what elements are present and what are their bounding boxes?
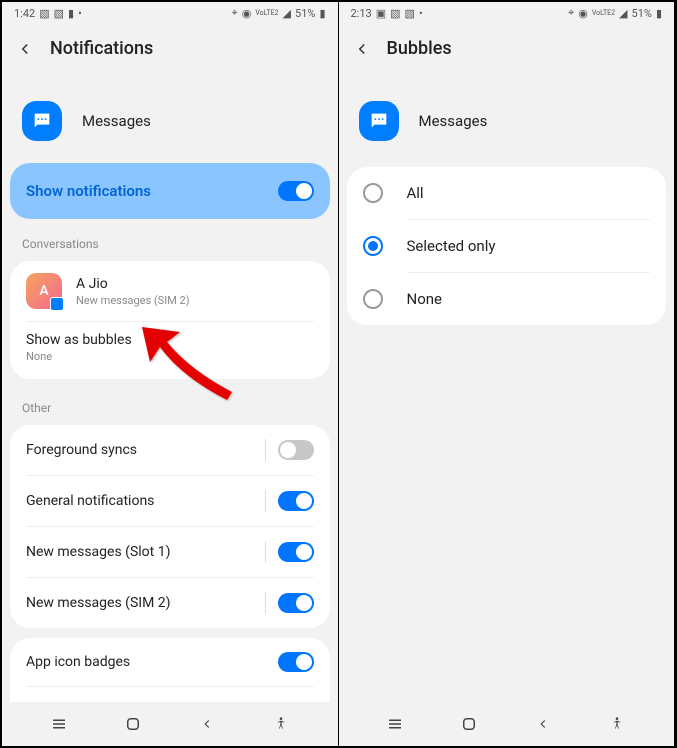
divider [265, 541, 266, 563]
status-bar: 2:13 ▣ ▧ ▧ • ⌖ ◉ VoLTE2 ◢ 51% ▮ [339, 2, 675, 24]
foreground-syncs-row[interactable]: Foreground syncs [10, 425, 330, 475]
header: Bubbles [339, 24, 675, 73]
radio-selected-row[interactable]: Selected only [347, 220, 667, 272]
general-notifications-toggle[interactable] [278, 491, 314, 511]
contact-avatar: A [26, 273, 62, 309]
show-bubbles-title: Show as bubbles [26, 332, 314, 348]
status-time: 2:13 [351, 7, 372, 20]
wifi-icon: ◉ [242, 7, 252, 20]
status-time: 1:42 [14, 7, 35, 20]
signal-icon: ◢ [619, 7, 627, 20]
app-name: Messages [82, 112, 151, 130]
status-icon: ▧ [54, 7, 64, 20]
nav-accessibility[interactable] [605, 712, 629, 736]
slot1-toggle[interactable] [278, 542, 314, 562]
status-bar: 1:42 ▧ ▧ ▮ • ⌖ ◉ VoLTE2 ◢ 51% ▮ [2, 2, 338, 24]
screen-notifications: 1:42 ▧ ▧ ▮ • ⌖ ◉ VoLTE2 ◢ 51% ▮ Notifica… [2, 2, 339, 746]
status-icon: ▮ [68, 7, 74, 20]
lte-icon: VoLTE2 [592, 9, 615, 17]
nav-recents[interactable] [383, 712, 407, 736]
lte-icon: VoLTE2 [255, 9, 278, 17]
status-icon: ▧ [390, 7, 400, 20]
messages-app-icon [22, 101, 62, 141]
battery-text: 51% [632, 7, 652, 20]
location-icon: ⌖ [232, 6, 238, 20]
nav-back[interactable] [531, 712, 555, 736]
sim2-toggle[interactable] [278, 593, 314, 613]
section-conversations: Conversations [4, 219, 336, 257]
header: Notifications [2, 24, 338, 73]
conversation-title: A Jio [76, 276, 190, 292]
show-notifications-row[interactable]: Show notifications [10, 163, 330, 219]
new-messages-slot1-row[interactable]: New messages (Slot 1) [10, 527, 330, 577]
messages-app-icon [359, 101, 399, 141]
page-title: Bubbles [387, 38, 452, 59]
nav-recents[interactable] [47, 712, 71, 736]
status-icon: ▣ [376, 7, 386, 20]
badges-label: App icon badges [26, 654, 130, 670]
page-title: Notifications [50, 38, 153, 59]
app-row: Messages [4, 85, 336, 157]
status-icon: ▧ [39, 7, 49, 20]
show-as-bubbles-row[interactable]: Show as bubbles None [10, 322, 330, 379]
foreground-syncs-toggle[interactable] [278, 440, 314, 460]
status-icon: • [419, 7, 423, 20]
battery-text: 51% [295, 7, 315, 20]
general-notifications-row[interactable]: General notifications [10, 476, 330, 526]
foreground-syncs-label: Foreground syncs [26, 442, 137, 458]
show-notifications-toggle[interactable] [278, 181, 314, 201]
conversation-sub: New messages (SIM 2) [76, 294, 190, 307]
status-icon: ▧ [405, 7, 415, 20]
general-notifications-label: General notifications [26, 493, 154, 509]
screen-bubbles: 2:13 ▣ ▧ ▧ • ⌖ ◉ VoLTE2 ◢ 51% ▮ Bubbles … [339, 2, 676, 746]
back-icon[interactable] [353, 40, 371, 58]
back-icon[interactable] [16, 40, 34, 58]
signal-icon: ◢ [283, 7, 291, 20]
badges-toggle[interactable] [278, 652, 314, 672]
battery-icon: ▮ [656, 7, 662, 20]
divider [265, 592, 266, 614]
location-icon: ⌖ [568, 6, 574, 20]
nav-bar [339, 702, 675, 746]
nav-back[interactable] [195, 712, 219, 736]
nav-accessibility[interactable] [269, 712, 293, 736]
section-other: Other [4, 383, 336, 421]
radio-none-label: None [407, 290, 443, 308]
show-notifications-label: Show notifications [26, 182, 151, 200]
conversation-row[interactable]: A A Jio New messages (SIM 2) [10, 261, 330, 321]
battery-icon: ▮ [319, 7, 325, 20]
app-name: Messages [419, 112, 488, 130]
new-messages-sim2-row[interactable]: New messages (SIM 2) [10, 578, 330, 628]
nav-home[interactable] [457, 712, 481, 736]
wifi-icon: ◉ [578, 7, 588, 20]
app-row: Messages [341, 85, 673, 157]
radio-selected-label: Selected only [407, 237, 496, 255]
inapp-settings-row[interactable]: In-app notification settings [10, 687, 330, 702]
radio-selected[interactable] [363, 236, 383, 256]
nav-home[interactable] [121, 712, 145, 736]
radio-none-row[interactable]: None [347, 273, 667, 325]
sim2-label: New messages (SIM 2) [26, 595, 171, 611]
divider [265, 490, 266, 512]
nav-bar [2, 702, 338, 746]
show-bubbles-sub: None [26, 350, 314, 363]
radio-all-label: All [407, 184, 424, 202]
radio-all[interactable] [363, 183, 383, 203]
radio-none[interactable] [363, 289, 383, 309]
slot1-label: New messages (Slot 1) [26, 544, 170, 560]
app-icon-badges-row[interactable]: App icon badges [10, 638, 330, 686]
divider [265, 439, 266, 461]
radio-all-row[interactable]: All [347, 167, 667, 219]
status-icon: • [78, 7, 82, 20]
